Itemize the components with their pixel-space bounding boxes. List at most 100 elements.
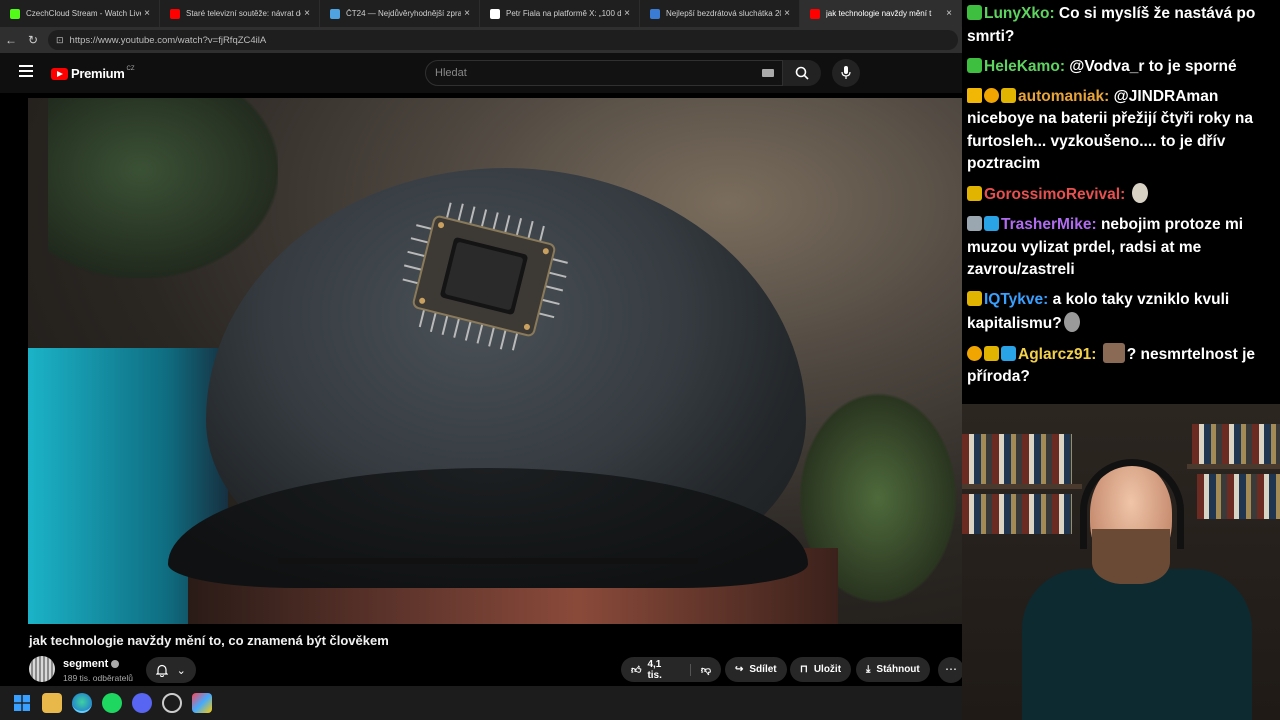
gray-badge-icon[interactable] [967,216,982,231]
chat-username[interactable]: GorossimoRevival [984,186,1120,203]
thumbs-up-icon: 👍︎ [631,664,642,676]
subscription-bell-button[interactable]: ⌄ [146,657,196,683]
headphones-icon [1080,459,1184,549]
keyboard-icon[interactable] [762,69,774,77]
close-icon[interactable]: × [621,8,633,19]
tab-label: Petr Fiala na platformě X: „100 dní [506,9,621,18]
gold-badge-icon[interactable] [967,186,982,201]
browser-tab[interactable]: Nejlepší bezdrátová sluchátka 202 × [640,0,800,27]
like-button[interactable]: 👍︎ 4,1 tis. 👎︎ [621,657,721,682]
chat-separator: : [1091,345,1101,363]
stream-chat: LunyXko: Co si myslíš že nastává po smrt… [962,0,1280,404]
address-bar-row: ← ↻ ⊡ https://www.youtube.com/watch?v=fj… [0,27,962,53]
chat-username[interactable]: LunyXko [984,5,1049,22]
chat-emote [1063,311,1080,332]
browser-tab[interactable]: Staré televizní soutěže: návrat do × [160,0,320,27]
blue-badge-icon[interactable] [984,216,999,231]
chat-username[interactable]: automaniak [1018,88,1104,105]
bookshelf-right-lower [1197,474,1280,519]
streamer-webcam [962,404,1280,720]
youtube-icon [810,8,820,19]
download-icon: ⤓ [866,664,871,675]
search-placeholder: Hledat [435,67,467,79]
copilot-icon[interactable] [192,693,212,713]
chat-message: IQTykve: a kolo taky vzniklo kvuli kapit… [967,289,1274,335]
close-icon[interactable]: × [943,8,955,19]
chat-username[interactable]: TrasherMike [1001,216,1091,233]
close-icon[interactable]: × [781,8,793,19]
chat-emote [1102,342,1125,363]
video-scene-glasses [278,558,698,624]
save-label: Uložit [813,664,842,675]
video-scene-plant [48,98,278,278]
site-info-icon[interactable]: ⊡ [56,35,64,46]
search-icon [795,66,809,80]
browser-tab[interactable]: jak technologie navždy mění t × [800,0,962,27]
tab-label: jak technologie navždy mění t [826,9,932,18]
chat-username[interactable]: IQTykve [984,291,1043,308]
windows-start-icon[interactable] [12,693,32,713]
obs-icon[interactable] [162,693,182,713]
close-icon[interactable]: × [461,8,473,19]
chat-message: automaniak: @JINDRAman niceboye na bater… [967,86,1274,176]
video-title: jak technologie navždy mění to, co zname… [29,633,389,648]
coin-badge-icon[interactable] [984,87,999,103]
back-icon[interactable]: ← [0,33,22,47]
chat-separator: : [1091,216,1101,233]
chat-message: GorossimoRevival: [967,183,1274,207]
browser-tab[interactable]: Petr Fiala na platformě X: „100 dní × [480,0,640,27]
edge-browser-icon[interactable] [72,693,92,713]
file-explorer-icon[interactable] [42,693,62,713]
channel-name[interactable]: segment [63,658,108,670]
green-badge-icon[interactable] [967,5,982,20]
blue-badge-icon[interactable] [1001,345,1016,361]
shelf-board [962,484,1082,489]
chat-separator: : [1049,5,1059,22]
tab-label: Nejlepší bezdrátová sluchátka 202 [666,9,781,18]
share-label: Sdílet [749,664,777,675]
chat-message: TrasherMike: nebojim protoze mi muzou vy… [967,214,1274,282]
bookshelf-right [1192,424,1280,464]
voice-search-button[interactable] [832,59,860,87]
browser-tab[interactable]: ČT24 — Nejdůvěryhodnější zprav × [320,0,480,27]
coin-badge-icon[interactable] [967,345,982,361]
channel-avatar[interactable] [29,656,55,682]
gold-badge-icon[interactable] [1001,87,1016,103]
tab-label: Staré televizní soutěže: návrat do [186,9,301,18]
like-count: 4,1 tis. [647,658,662,681]
green-badge-icon[interactable] [967,57,982,73]
browser-tab[interactable]: CzechCloud Stream - Watch Live × [0,0,160,27]
video-player[interactable] [28,98,962,624]
ct24-icon [330,8,340,19]
channel-name-row[interactable]: segment [63,658,120,670]
chat-separator: : [1120,186,1130,203]
close-icon[interactable]: × [301,8,313,19]
reload-icon[interactable]: ↻ [22,33,44,47]
chat-separator: : [1059,57,1070,75]
youtube-play-icon [51,67,68,80]
share-button[interactable]: ↪ Sdílet [725,657,787,682]
save-button[interactable]: ⊓ Uložit [790,657,852,682]
download-button[interactable]: ⤓ Stáhnout [856,657,930,682]
more-actions-button[interactable]: ⋯ [938,657,964,683]
youtube-header: Premium CZ Hledat [0,53,962,93]
spotify-icon[interactable] [102,693,122,713]
search-input[interactable]: Hledat [425,60,783,86]
discord-icon[interactable] [132,693,152,713]
chat-separator: : [1104,87,1114,105]
search-button[interactable] [783,60,821,86]
crown-badge-icon[interactable] [967,87,982,103]
youtube-logo[interactable]: Premium CZ [51,66,135,81]
close-icon[interactable]: × [141,8,153,19]
chat-message: LunyXko: Co si myslíš že nastává po smrt… [967,3,1274,48]
shelf-board-right [1187,464,1280,469]
youtube-icon [170,8,180,19]
gold-badge-icon[interactable] [967,291,982,306]
url-field[interactable]: ⊡ https://www.youtube.com/watch?v=fjRfqZ… [48,30,958,50]
menu-icon[interactable] [19,65,33,77]
subscriber-count: 189 tis. odběratelů [63,673,133,683]
chat-username[interactable]: Aglarcz91 [1018,346,1091,363]
chat-username[interactable]: HeleKamo [984,58,1060,75]
gold-badge-icon[interactable] [984,345,999,361]
dislike-button[interactable]: 👎︎ [689,663,711,676]
